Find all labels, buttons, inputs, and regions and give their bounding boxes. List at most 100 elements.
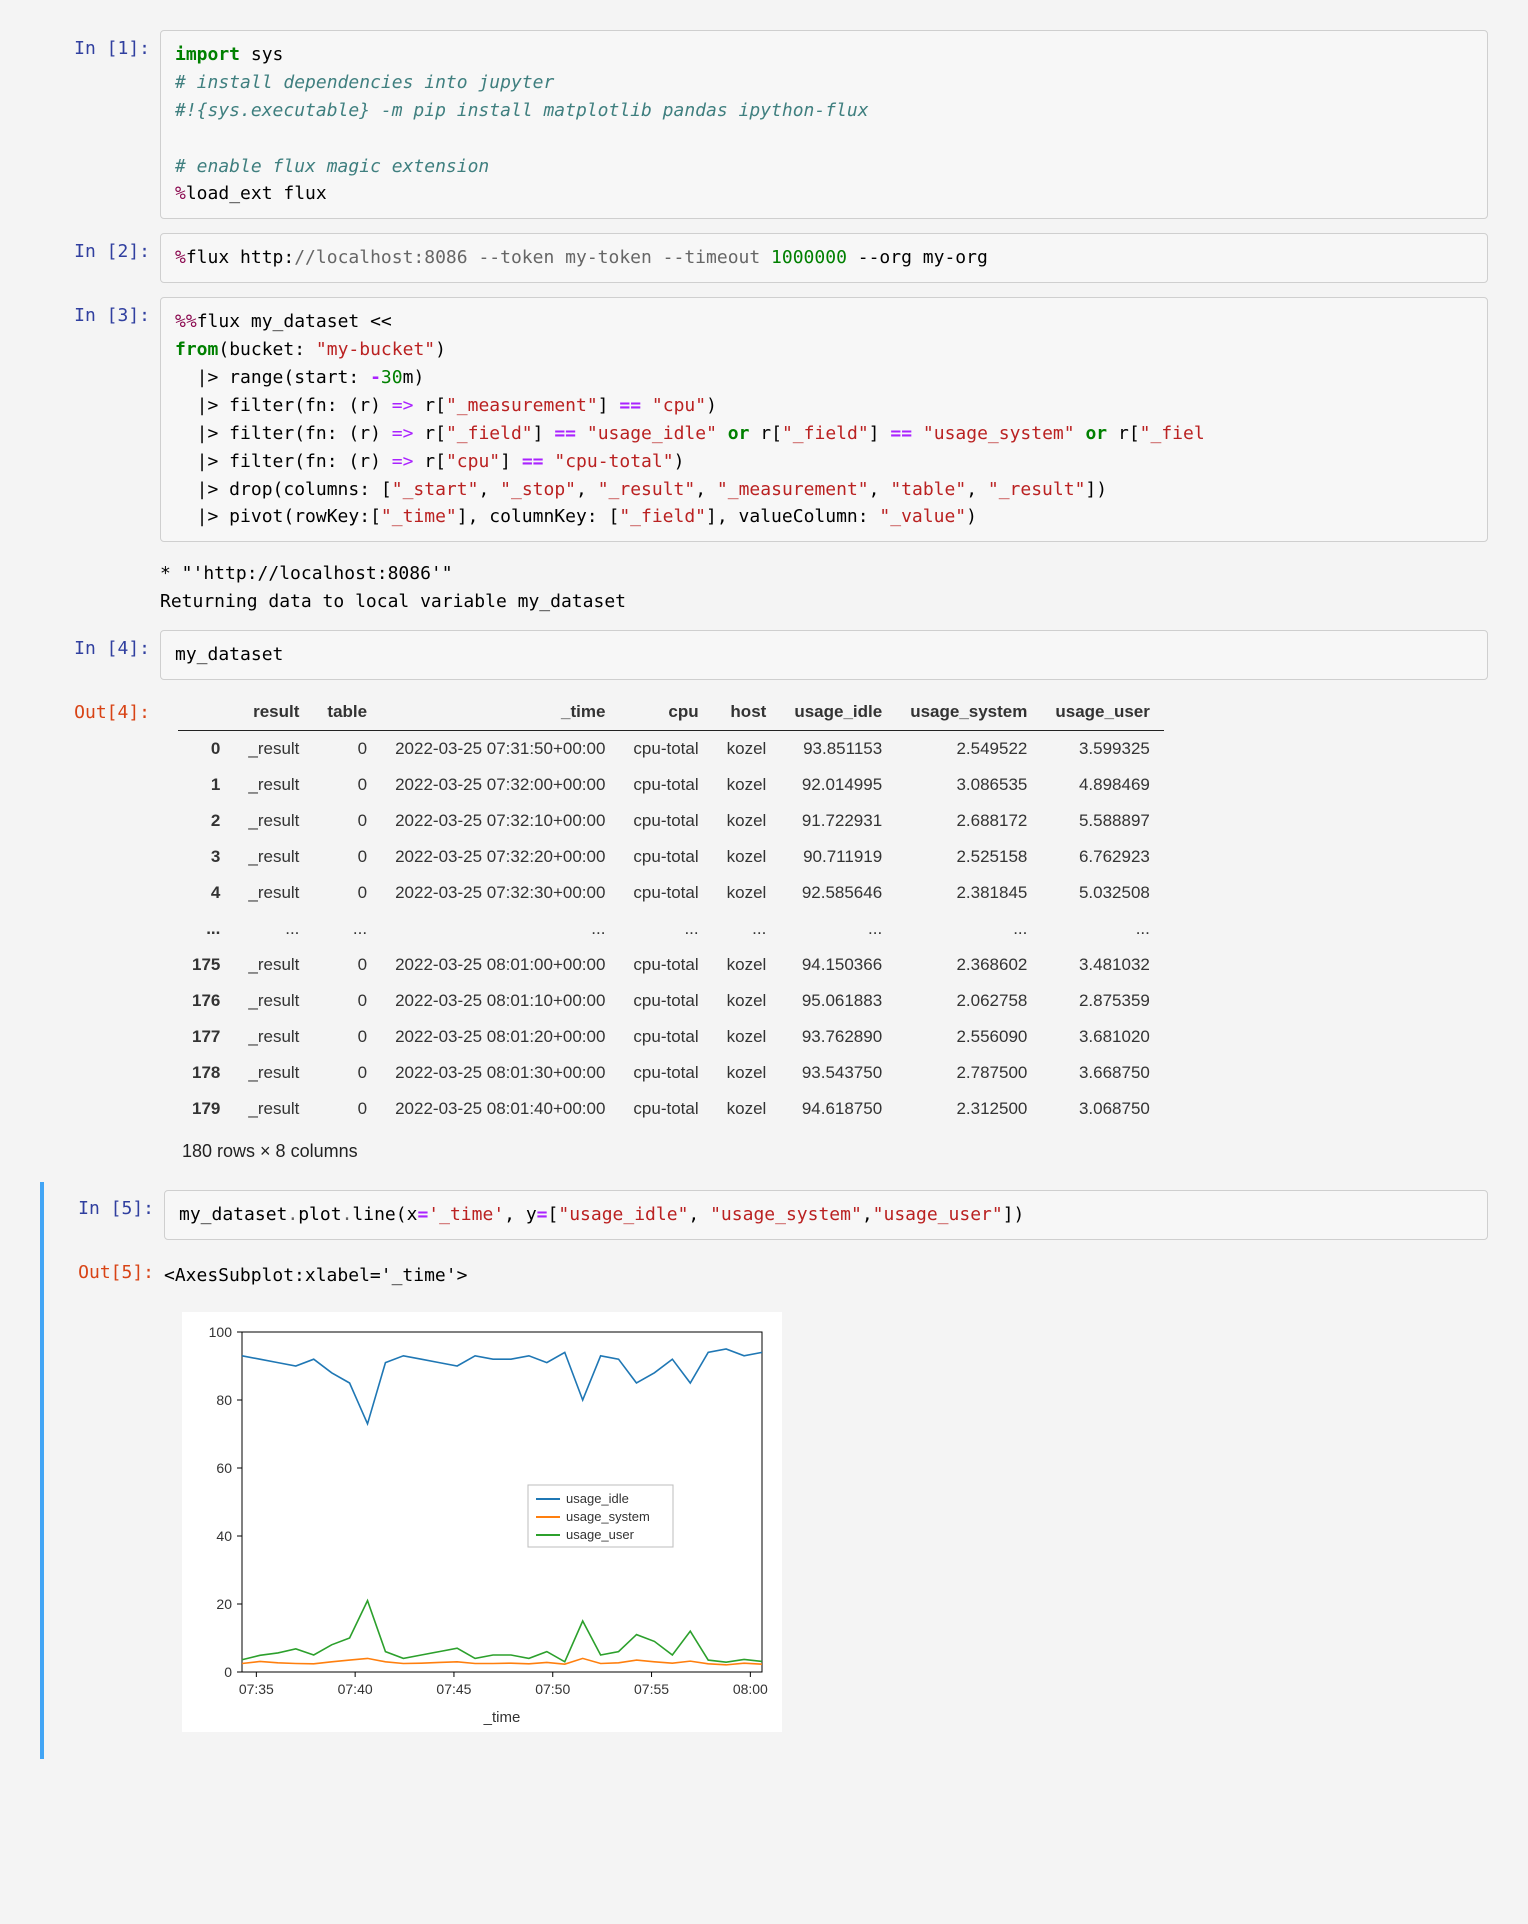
row-index: 1 xyxy=(178,767,234,803)
cell: ... xyxy=(713,911,781,947)
cell: cpu-total xyxy=(619,839,712,875)
prompt-empty-3 xyxy=(40,556,160,564)
cell-2: In [2]: %flux http://localhost:8086 --to… xyxy=(40,233,1488,283)
cell-4-output: Out[4]: resulttable_timecpuhostusage_idl… xyxy=(40,694,1488,1168)
row-index: 2 xyxy=(178,803,234,839)
cell: 2.381845 xyxy=(896,875,1041,911)
prompt-in-2: In [2]: xyxy=(40,233,160,262)
cell: cpu-total xyxy=(619,767,712,803)
cell: 0 xyxy=(313,767,381,803)
cell: 3.668750 xyxy=(1041,1055,1164,1091)
prompt-out-5: Out[5]: xyxy=(44,1254,164,1283)
df-col-header: _time xyxy=(381,694,619,731)
table-row: 4_result02022-03-25 07:32:30+00:00cpu-to… xyxy=(178,875,1164,911)
table-row: 3_result02022-03-25 07:32:20+00:00cpu-to… xyxy=(178,839,1164,875)
cell: 0 xyxy=(313,1019,381,1055)
prompt-in-5: In [5]: xyxy=(44,1190,164,1219)
df-col-header: host xyxy=(713,694,781,731)
cell: 3.086535 xyxy=(896,767,1041,803)
cell: 2.688172 xyxy=(896,803,1041,839)
running-cell-wrapper: In [5]: my_dataset.plot.line(x='_time', … xyxy=(40,1182,1488,1759)
svg-text:60: 60 xyxy=(216,1460,232,1476)
svg-text:07:45: 07:45 xyxy=(436,1681,471,1697)
cell: ... xyxy=(381,911,619,947)
cell: _result xyxy=(234,1091,313,1127)
code-input-2[interactable]: %flux http://localhost:8086 --token my-t… xyxy=(160,233,1488,283)
cell: cpu-total xyxy=(619,1019,712,1055)
svg-text:usage_idle: usage_idle xyxy=(566,1491,629,1506)
cell: kozel xyxy=(713,947,781,983)
cell: _result xyxy=(234,839,313,875)
cell-5-output: Out[5]: <AxesSubplot:xlabel='_time'> xyxy=(44,1254,1488,1290)
row-index: 0 xyxy=(178,731,234,768)
svg-text:usage_system: usage_system xyxy=(566,1509,650,1524)
cell: 2.062758 xyxy=(896,983,1041,1019)
cell: kozel xyxy=(713,875,781,911)
cell: ... xyxy=(234,911,313,947)
cell: 92.014995 xyxy=(780,767,896,803)
cell: 92.585646 xyxy=(780,875,896,911)
table-row: ........................... xyxy=(178,911,1164,947)
svg-text:_time: _time xyxy=(483,1709,521,1726)
cell: ... xyxy=(896,911,1041,947)
cell: 2.312500 xyxy=(896,1091,1041,1127)
cell: kozel xyxy=(713,1055,781,1091)
cell: 2.368602 xyxy=(896,947,1041,983)
cell: _result xyxy=(234,983,313,1019)
cell: kozel xyxy=(713,767,781,803)
cell: cpu-total xyxy=(619,875,712,911)
cell: 3.681020 xyxy=(1041,1019,1164,1055)
table-row: 175_result02022-03-25 08:01:00+00:00cpu-… xyxy=(178,947,1164,983)
svg-text:08:00: 08:00 xyxy=(733,1681,768,1697)
cell: cpu-total xyxy=(619,1091,712,1127)
code-input-1[interactable]: import sys # install dependencies into j… xyxy=(160,30,1488,219)
cell: 0 xyxy=(313,803,381,839)
cell: 3.599325 xyxy=(1041,731,1164,768)
cell: cpu-total xyxy=(619,983,712,1019)
cell: _result xyxy=(234,731,313,768)
cell: ... xyxy=(313,911,381,947)
cell: 2022-03-25 07:32:00+00:00 xyxy=(381,767,619,803)
cell: kozel xyxy=(713,1019,781,1055)
code-input-5[interactable]: my_dataset.plot.line(x='_time', y=["usag… xyxy=(164,1190,1488,1240)
cell: kozel xyxy=(713,839,781,875)
matplotlib-figure: 02040608010007:3507:4007:4507:5007:5508:… xyxy=(164,1304,782,1737)
cell: 2022-03-25 07:31:50+00:00 xyxy=(381,731,619,768)
df-col-header: cpu xyxy=(619,694,712,731)
svg-text:07:35: 07:35 xyxy=(239,1681,274,1697)
df-col-header: usage_user xyxy=(1041,694,1164,731)
cell-3: In [3]: %%flux my_dataset << from(bucket… xyxy=(40,297,1488,542)
line-chart: 02040608010007:3507:4007:4507:5007:5508:… xyxy=(182,1312,782,1732)
cell: 2.875359 xyxy=(1041,983,1164,1019)
table-row: 178_result02022-03-25 08:01:30+00:00cpu-… xyxy=(178,1055,1164,1091)
stdout-3: * "'http://localhost:8086'" Returning da… xyxy=(160,556,1488,616)
notebook-page: In [1]: import sys # install dependencie… xyxy=(0,0,1528,1819)
cell: 2022-03-25 08:01:30+00:00 xyxy=(381,1055,619,1091)
cell-5: In [5]: my_dataset.plot.line(x='_time', … xyxy=(44,1190,1488,1240)
cell: 94.150366 xyxy=(780,947,896,983)
cell: 91.722931 xyxy=(780,803,896,839)
cell: _result xyxy=(234,767,313,803)
cell: 90.711919 xyxy=(780,839,896,875)
cell: _result xyxy=(234,875,313,911)
row-index: 3 xyxy=(178,839,234,875)
cell: 2022-03-25 08:01:40+00:00 xyxy=(381,1091,619,1127)
df-col-header: usage_system xyxy=(896,694,1041,731)
code-input-4[interactable]: my_dataset xyxy=(160,630,1488,680)
table-row: 177_result02022-03-25 08:01:20+00:00cpu-… xyxy=(178,1019,1164,1055)
svg-text:40: 40 xyxy=(216,1528,232,1544)
cell: 2.787500 xyxy=(896,1055,1041,1091)
svg-text:80: 80 xyxy=(216,1392,232,1408)
code-input-3[interactable]: %%flux my_dataset << from(bucket: "my-bu… xyxy=(160,297,1488,542)
df-col-header xyxy=(178,694,234,731)
row-index: 178 xyxy=(178,1055,234,1091)
svg-text:07:55: 07:55 xyxy=(634,1681,669,1697)
cell: 6.762923 xyxy=(1041,839,1164,875)
cell: 5.032508 xyxy=(1041,875,1164,911)
table-row: 1_result02022-03-25 07:32:00+00:00cpu-to… xyxy=(178,767,1164,803)
row-index: 176 xyxy=(178,983,234,1019)
cell: _result xyxy=(234,1019,313,1055)
cell: cpu-total xyxy=(619,731,712,768)
prompt-out-4: Out[4]: xyxy=(40,694,160,723)
cell: kozel xyxy=(713,1091,781,1127)
